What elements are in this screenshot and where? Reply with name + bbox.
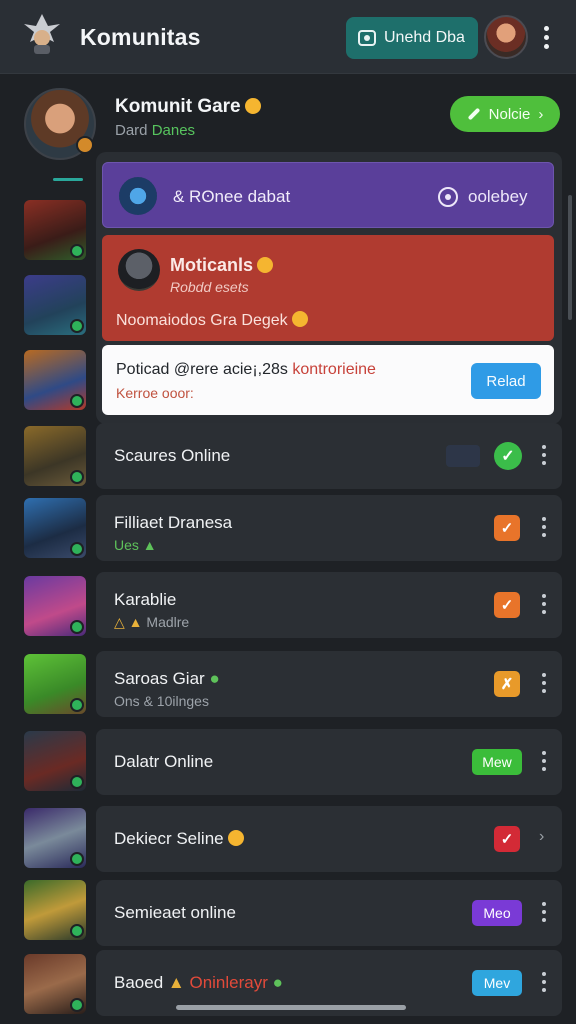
- row-more-icon[interactable]: [541, 673, 547, 693]
- smile-emoji-icon: [227, 830, 244, 846]
- list-item[interactable]: Dalatr Online Mew: [96, 729, 562, 795]
- smile-emoji-icon: [291, 311, 308, 327]
- side-avatar-7[interactable]: [24, 654, 86, 714]
- community-subtitle: Dard Danes: [115, 122, 196, 139]
- row-subtitle: Ues ▲: [114, 537, 157, 553]
- status-badge: [76, 136, 94, 154]
- new-post-button[interactable]: Nolcie ›: [450, 96, 560, 132]
- row-subtitle: △ ▲ Madlre: [114, 614, 190, 630]
- row-title: Saroas Giar ●: [114, 669, 220, 688]
- smile-emoji-icon: [244, 98, 261, 114]
- row-title: Semieaet online: [114, 903, 236, 922]
- red-card-title: Moticanls: [170, 255, 274, 276]
- smile-emoji-icon: [257, 257, 274, 273]
- list-item[interactable]: Filliaet Dranesa Ues ▲ ✓: [96, 495, 562, 561]
- row-more-icon[interactable]: [541, 902, 547, 922]
- row-title: Karablie: [114, 590, 177, 609]
- purple-card-label: & Rʘnee dabat: [173, 187, 291, 206]
- new-badge[interactable]: Mev: [472, 970, 522, 996]
- side-avatar-2[interactable]: [24, 275, 86, 335]
- list-item[interactable]: Semieaet online Meo: [96, 880, 562, 946]
- red-card-body: Noomaiodos Gra Degek: [116, 311, 308, 330]
- row-title: Dalatr Online: [114, 752, 214, 771]
- more-menu-icon[interactable]: [543, 26, 549, 49]
- list-item[interactable]: Saroas Giar ● Ons & 10ilnges ✗: [96, 651, 562, 717]
- helmet-icon: [118, 249, 160, 291]
- list-item[interactable]: Dekiecr Seline ✓ ›: [96, 806, 562, 872]
- side-avatar-3[interactable]: [24, 350, 86, 410]
- white-card-line1: Poticad @rere acie¡,28s kontrorieine: [116, 361, 376, 378]
- app-root: Komunitas Unehd Dba Komunit Gare Dard Da…: [0, 0, 576, 1024]
- check-circle-icon[interactable]: ✓: [494, 442, 522, 470]
- row-more-icon[interactable]: [541, 445, 547, 465]
- purple-card-action[interactable]: oolebey: [438, 187, 528, 207]
- side-avatar-6[interactable]: [24, 576, 86, 636]
- list-item[interactable]: Karablie △ ▲ Madlre ✓: [96, 572, 562, 638]
- checkbox-checked-icon[interactable]: ✓: [494, 592, 520, 618]
- row-more-icon[interactable]: [541, 751, 547, 771]
- community-title: Komunit Gare: [115, 96, 261, 118]
- pencil-icon: [467, 107, 481, 121]
- scrollbar[interactable]: [568, 195, 572, 320]
- active-indicator: [53, 178, 83, 181]
- red-card-subtitle: Robdd esets: [170, 279, 249, 295]
- ninja-logo-icon: [24, 14, 60, 54]
- red-card[interactable]: Moticanls Robdd esets Noomaiodos Gra Deg…: [102, 235, 554, 341]
- checkbox-alt-icon[interactable]: ✗: [494, 671, 520, 697]
- checkbox-checked-icon[interactable]: ✓: [494, 826, 520, 852]
- tag-placeholder: [446, 445, 480, 467]
- user-avatar[interactable]: [484, 15, 528, 59]
- row-more-icon[interactable]: [541, 594, 547, 614]
- row-title: Dekiecr Seline: [114, 829, 244, 849]
- row-more-icon[interactable]: [541, 517, 547, 537]
- community-avatar[interactable]: [24, 88, 96, 160]
- row-subtitle: Ons & 10ilnges: [114, 693, 209, 709]
- reload-button[interactable]: Relad: [471, 363, 541, 399]
- chevron-right-icon: ›: [538, 105, 544, 123]
- side-avatar-5[interactable]: [24, 498, 86, 558]
- row-title: Scaures Online: [114, 446, 231, 465]
- target-icon: [438, 187, 458, 207]
- checkbox-checked-icon[interactable]: ✓: [494, 515, 520, 541]
- new-badge[interactable]: Meo: [472, 900, 522, 926]
- side-avatar-10[interactable]: [24, 880, 86, 940]
- list-item[interactable]: Scaures Online ✓: [96, 423, 562, 489]
- header-action-label: Unehd Dba: [384, 29, 465, 46]
- side-avatar-11[interactable]: [24, 954, 86, 1014]
- side-avatar-1[interactable]: [24, 200, 86, 260]
- chevron-right-icon[interactable]: ›: [539, 828, 544, 846]
- new-badge[interactable]: Mew: [472, 749, 522, 775]
- top-bar: Komunitas Unehd Dba: [0, 0, 576, 74]
- white-card[interactable]: Poticad @rere acie¡,28s kontrorieine Ker…: [102, 345, 554, 415]
- white-card-line2: Kerroe ooor:: [116, 385, 194, 401]
- side-avatar-8[interactable]: [24, 731, 86, 791]
- page-title: Komunitas: [80, 24, 201, 50]
- header-action-button[interactable]: Unehd Dba: [346, 17, 478, 59]
- home-indicator[interactable]: [176, 1005, 406, 1010]
- camera-icon: [358, 30, 376, 46]
- row-title: Baoed ▲ Oninlerayr ●: [114, 973, 283, 992]
- row-more-icon[interactable]: [541, 972, 547, 992]
- blade-orb-icon: [119, 177, 157, 215]
- side-avatar-4[interactable]: [24, 426, 86, 486]
- row-title: Filliaet Dranesa: [114, 513, 233, 532]
- side-avatar-9[interactable]: [24, 808, 86, 868]
- purple-card[interactable]: & Rʘnee dabat oolebey: [102, 162, 554, 228]
